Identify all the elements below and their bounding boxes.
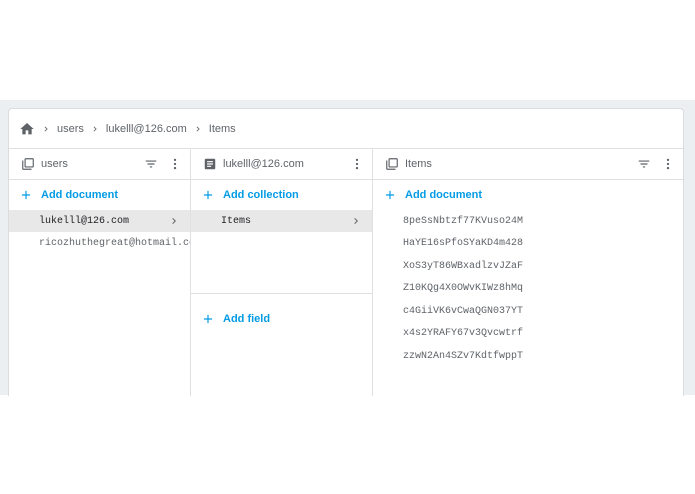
plus-icon: [19, 188, 33, 202]
collection-name: Items: [221, 215, 252, 227]
document-list: 8peSsNbtzf77KVuso24M HaYE16sPfoSYaKD4m42…: [373, 210, 683, 368]
list-item[interactable]: ricozhuthegreat@hotmail.co: [9, 232, 190, 254]
divider: [191, 293, 372, 294]
document-id: 8peSsNbtzf77KVuso24M: [403, 215, 524, 227]
filter-icon[interactable]: [637, 157, 651, 171]
document-column: lukelll@126.com Add collection Items Add…: [191, 149, 373, 396]
column-title: Items: [405, 158, 432, 170]
document-id: lukelll@126.com: [39, 215, 130, 227]
add-document-label: Add document: [405, 189, 482, 201]
document-id: zzwN2An4SZv7KdtfwppT: [403, 350, 524, 362]
list-item[interactable]: zzwN2An4SZv7KdtfwppT: [373, 345, 683, 368]
column-header: Items: [373, 149, 683, 180]
document-id: XoS3yT86WBxadlzvJZaF: [403, 260, 524, 272]
add-collection-button[interactable]: Add collection: [191, 180, 372, 210]
column-title: lukelll@126.com: [223, 158, 304, 170]
column-header: users: [9, 149, 190, 180]
list-item[interactable]: c4GiiVK6vCwaQGN037YT: [373, 300, 683, 323]
users-collection-column: users Add document lukelll@126.com ricoz…: [9, 149, 191, 396]
add-field-button[interactable]: Add field: [191, 304, 372, 334]
items-collection-column: Items Add document 8peSsNbtzf77KVuso24M …: [373, 149, 683, 396]
document-id: HaYE16sPfoSYaKD4m428: [403, 238, 524, 250]
chevron-right-icon: [35, 124, 57, 134]
add-document-label: Add document: [41, 189, 118, 201]
plus-icon: [201, 312, 215, 326]
list-item[interactable]: XoS3yT86WBxadlzvJZaF: [373, 255, 683, 278]
chevron-right-icon: [168, 210, 180, 232]
document-icon: [203, 157, 217, 171]
chevron-right-icon: [187, 124, 209, 134]
plus-icon: [383, 188, 397, 202]
add-field-label: Add field: [223, 313, 271, 325]
collection-icon: [21, 157, 35, 171]
chevron-right-icon: [350, 210, 362, 232]
home-icon[interactable]: [19, 121, 35, 137]
chevron-right-icon: [84, 124, 106, 134]
column-title: users: [41, 158, 68, 170]
list-item[interactable]: HaYE16sPfoSYaKD4m428: [373, 233, 683, 256]
column-header: lukelll@126.com: [191, 149, 372, 180]
breadcrumb: users lukelll@126.com Items: [9, 109, 683, 149]
firestore-data-panel: users lukelll@126.com Items users Add do…: [8, 108, 684, 396]
add-collection-label: Add collection: [223, 189, 299, 201]
list-item[interactable]: Z10KQg4X0OWvKIWz8hMq: [373, 278, 683, 301]
more-vert-icon[interactable]: [661, 157, 675, 171]
document-list: lukelll@126.com ricozhuthegreat@hotmail.…: [9, 210, 190, 254]
subcollection-list: Items: [191, 210, 372, 232]
list-item[interactable]: 8peSsNbtzf77KVuso24M: [373, 210, 683, 233]
list-item[interactable]: Items: [191, 210, 372, 232]
document-id: c4GiiVK6vCwaQGN037YT: [403, 305, 524, 317]
add-document-button[interactable]: Add document: [9, 180, 190, 210]
document-id: ricozhuthegreat@hotmail.co: [39, 237, 190, 249]
collection-icon: [385, 157, 399, 171]
breadcrumb-users[interactable]: users: [57, 123, 84, 135]
document-id: Z10KQg4X0OWvKIWz8hMq: [403, 283, 524, 295]
breadcrumb-document[interactable]: lukelll@126.com: [106, 123, 187, 135]
more-vert-icon[interactable]: [168, 157, 182, 171]
filter-icon[interactable]: [144, 157, 158, 171]
plus-icon: [201, 188, 215, 202]
breadcrumb-items[interactable]: Items: [209, 123, 236, 135]
add-document-button[interactable]: Add document: [373, 180, 683, 210]
document-id: x4s2YRAFY67v3Qvcwtrf: [403, 328, 524, 340]
more-vert-icon[interactable]: [350, 157, 364, 171]
list-item[interactable]: x4s2YRAFY67v3Qvcwtrf: [373, 323, 683, 346]
list-item[interactable]: lukelll@126.com: [9, 210, 190, 232]
